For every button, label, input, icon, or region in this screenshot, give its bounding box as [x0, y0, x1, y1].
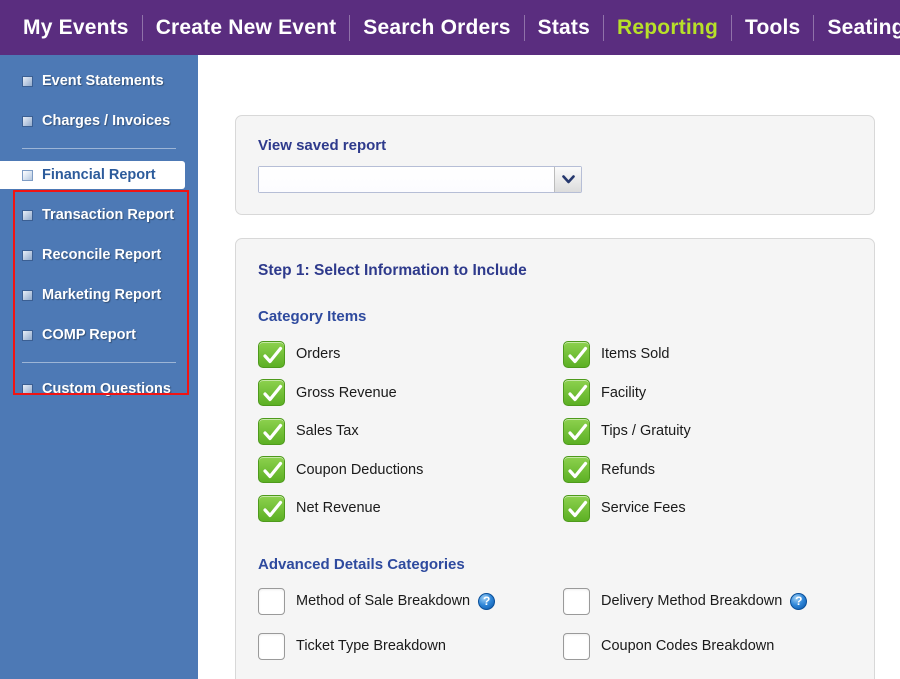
category-item-row-facility[interactable]: Facility: [563, 374, 868, 413]
nav-item-create-new-event[interactable]: Create New Event: [143, 0, 350, 55]
category-item-row-coupon-deductions[interactable]: Coupon Deductions: [258, 451, 563, 490]
category-item-row-refunds[interactable]: Refunds: [563, 451, 868, 490]
help-icon-delivery-method-breakdown[interactable]: ?: [790, 593, 807, 610]
checkbox-unchecked-icon-delivery-method-breakdown[interactable]: [563, 588, 590, 615]
category-item-label: Refunds: [601, 462, 655, 478]
advanced-item-row-ticket-type-breakdown[interactable]: Ticket Type Breakdown: [258, 624, 563, 669]
step1-title: Step 1: Select Information to Include: [236, 239, 874, 280]
category-items-title: Category Items: [236, 280, 874, 325]
sidebar-item-label: Custom Questions: [42, 381, 171, 397]
nav-item-my-events[interactable]: My Events: [10, 0, 142, 55]
category-item-row-orders[interactable]: Orders: [258, 335, 563, 374]
checkbox-checked-icon-orders[interactable]: [258, 341, 285, 368]
advanced-item-label: Coupon Codes Breakdown: [601, 638, 774, 654]
sidebar-item-label: Reconcile Report: [42, 247, 161, 263]
category-item-label: Orders: [296, 346, 340, 362]
advanced-item-label: Ticket Type Breakdown: [296, 638, 446, 654]
checkbox-unchecked-icon-ticket-type-breakdown[interactable]: [258, 633, 285, 660]
category-item-label: Tips / Gratuity: [601, 423, 691, 439]
nav-item-tools[interactable]: Tools: [732, 0, 813, 55]
category-item-row-items-sold[interactable]: Items Sold: [563, 335, 868, 374]
checkbox-checked-icon-net-revenue[interactable]: [258, 495, 285, 522]
advanced-details-grid: Method of Sale Breakdown?Delivery Method…: [236, 573, 874, 669]
square-bullet-icon: [22, 116, 33, 127]
category-item-label: Coupon Deductions: [296, 462, 423, 478]
saved-report-select[interactable]: [258, 166, 582, 193]
square-bullet-icon: [22, 170, 33, 181]
nav-item-search-orders[interactable]: Search Orders: [350, 0, 523, 55]
sidebar: Event Statements Charges / Invoices Financ…: [0, 55, 198, 679]
saved-report-select-value: [259, 167, 554, 192]
saved-report-title: View saved report: [236, 116, 874, 154]
category-item-label: Items Sold: [601, 346, 670, 362]
sidebar-item-transaction-report[interactable]: Transaction Report: [0, 201, 198, 229]
category-item-row-sales-tax[interactable]: Sales Tax: [258, 412, 563, 451]
checkbox-checked-icon-sales-tax[interactable]: [258, 418, 285, 445]
advanced-details-title: Advanced Details Categories: [236, 528, 874, 573]
square-bullet-icon: [22, 330, 33, 341]
category-item-row-tips-gratuity[interactable]: Tips / Gratuity: [563, 412, 868, 451]
checkbox-unchecked-icon-method-of-sale-breakdown[interactable]: [258, 588, 285, 615]
nav-item-seating-m[interactable]: Seating M: [814, 0, 900, 55]
sidebar-item-label: Financial Report: [42, 167, 156, 183]
category-item-label: Gross Revenue: [296, 385, 397, 401]
square-bullet-icon: [22, 384, 33, 395]
sidebar-item-label: Marketing Report: [42, 287, 161, 303]
advanced-item-label: Method of Sale Breakdown: [296, 593, 470, 609]
advanced-item-row-delivery-method-breakdown[interactable]: Delivery Method Breakdown?: [563, 579, 868, 624]
sidebar-item-custom-questions[interactable]: Custom Questions: [0, 375, 198, 403]
category-item-row-net-revenue[interactable]: Net Revenue: [258, 489, 563, 528]
category-items-grid: Orders Items Sold Gross Revenue Facility Sal…: [236, 325, 874, 528]
category-item-label: Facility: [601, 385, 646, 401]
category-item-row-service-fees[interactable]: Service Fees: [563, 489, 868, 528]
top-navigation-bar: My EventsCreate New EventSearch OrdersSt…: [0, 0, 900, 55]
category-item-row-gross-revenue[interactable]: Gross Revenue: [258, 374, 563, 413]
sidebar-item-label: COMP Report: [42, 327, 136, 343]
square-bullet-icon: [22, 76, 33, 87]
sidebar-item-label: Charges / Invoices: [42, 113, 170, 129]
category-item-label: Net Revenue: [296, 500, 381, 516]
checkbox-unchecked-icon-coupon-codes-breakdown[interactable]: [563, 633, 590, 660]
checkbox-checked-icon-facility[interactable]: [563, 379, 590, 406]
category-item-label: Sales Tax: [296, 423, 359, 439]
view-saved-report-panel: View saved report: [235, 115, 875, 215]
checkbox-checked-icon-refunds[interactable]: [563, 456, 590, 483]
square-bullet-icon: [22, 210, 33, 221]
page-root: My EventsCreate New EventSearch OrdersSt…: [0, 0, 900, 679]
sidebar-divider: [22, 362, 176, 363]
nav-item-reporting[interactable]: Reporting: [604, 0, 731, 55]
square-bullet-icon: [22, 290, 33, 301]
checkbox-checked-icon-coupon-deductions[interactable]: [258, 456, 285, 483]
sidebar-item-event-statements[interactable]: Event Statements: [0, 67, 198, 95]
checkbox-checked-icon-tips-gratuity[interactable]: [563, 418, 590, 445]
chevron-down-icon[interactable]: [554, 167, 581, 192]
square-bullet-icon: [22, 250, 33, 261]
step1-panel: Step 1: Select Information to Include Ca…: [235, 238, 875, 679]
nav-item-stats[interactable]: Stats: [525, 0, 603, 55]
checkbox-checked-icon-service-fees[interactable]: [563, 495, 590, 522]
sidebar-item-label: Event Statements: [42, 73, 164, 89]
advanced-item-row-method-of-sale-breakdown[interactable]: Method of Sale Breakdown?: [258, 579, 563, 624]
sidebar-item-reconcile-report[interactable]: Reconcile Report: [0, 241, 198, 269]
help-icon-method-of-sale-breakdown[interactable]: ?: [478, 593, 495, 610]
sidebar-item-label: Transaction Report: [42, 207, 174, 223]
sidebar-item-financial-report[interactable]: Financial Report: [0, 161, 185, 189]
checkbox-checked-icon-gross-revenue[interactable]: [258, 379, 285, 406]
checkbox-checked-icon-items-sold[interactable]: [563, 341, 590, 368]
main-content: View saved report Step 1: Select Informa…: [198, 78, 900, 679]
sidebar-item-charges-invoices[interactable]: Charges / Invoices: [0, 107, 198, 135]
sidebar-item-comp-report[interactable]: COMP Report: [0, 321, 198, 349]
sidebar-item-marketing-report[interactable]: Marketing Report: [0, 281, 198, 309]
sidebar-divider: [22, 148, 176, 149]
advanced-item-row-coupon-codes-breakdown[interactable]: Coupon Codes Breakdown: [563, 624, 868, 669]
advanced-item-label: Delivery Method Breakdown: [601, 593, 782, 609]
category-item-label: Service Fees: [601, 500, 686, 516]
